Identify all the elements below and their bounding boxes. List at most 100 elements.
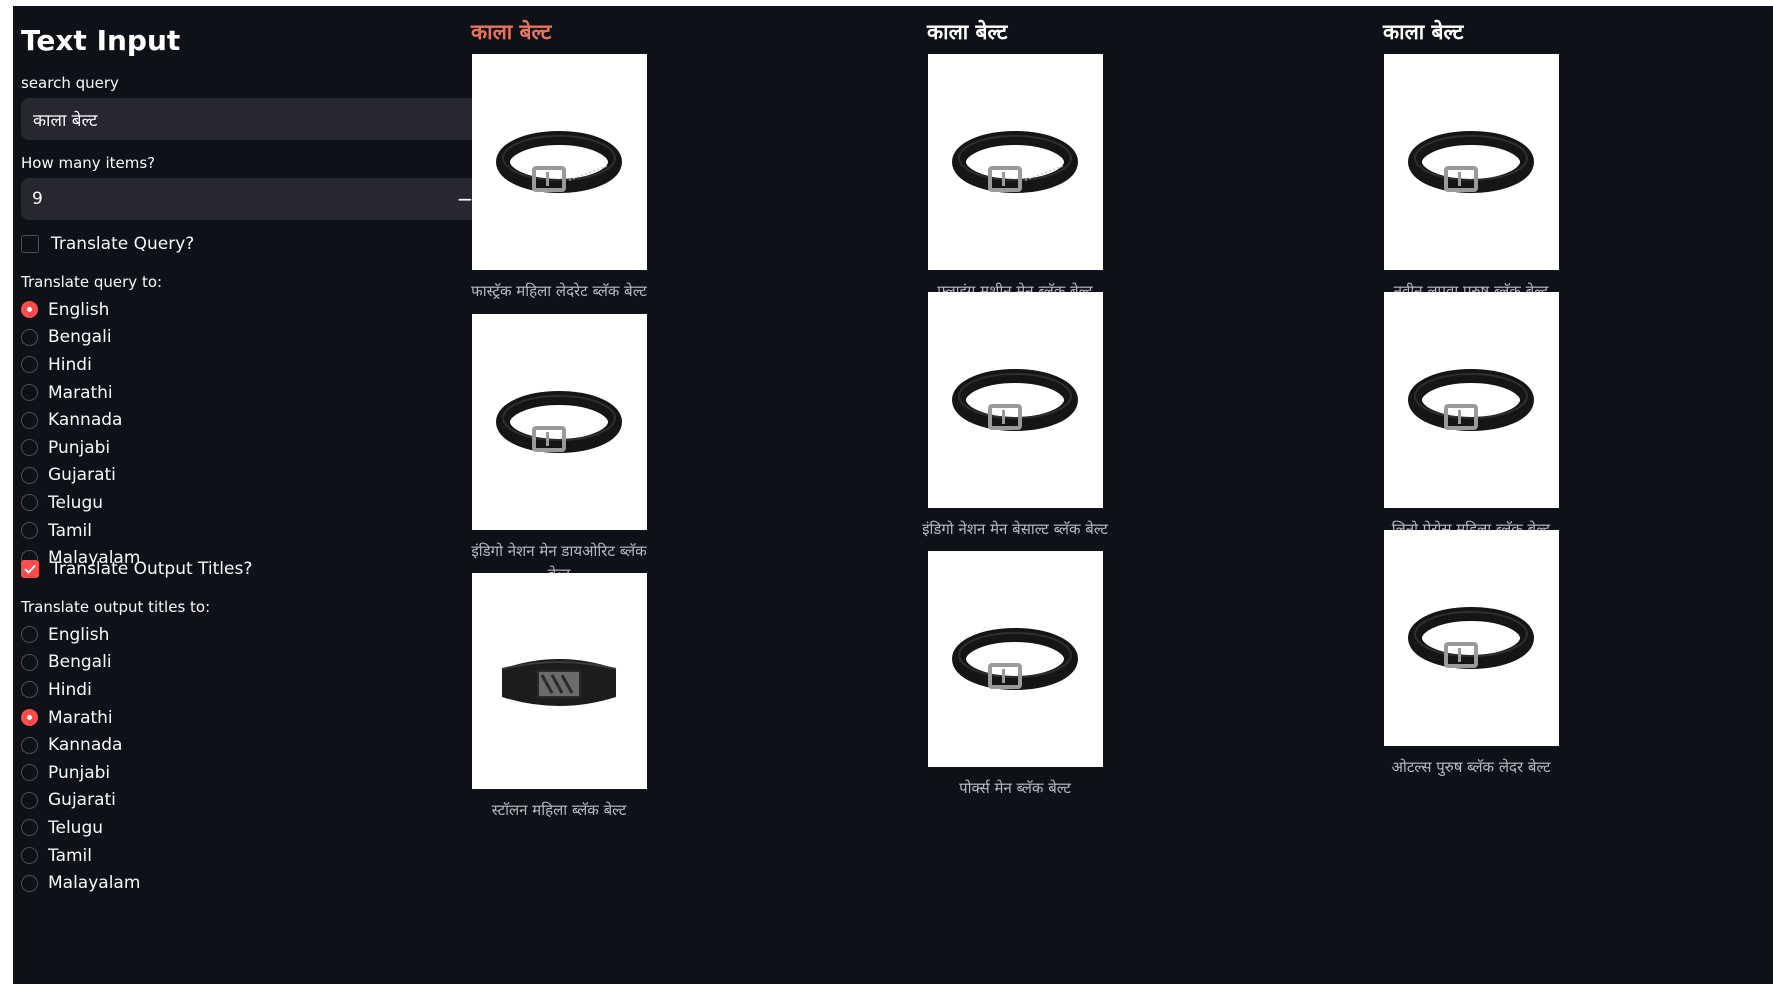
radio-circle[interactable] [21,356,38,374]
item-count-stepper[interactable]: 9 − + [21,178,519,220]
product-caption: पोर्क्स मेन ब्लॅक बेल्ट [959,779,1071,797]
radio-label: Malayalam [48,873,141,894]
radio-option-punjabi[interactable]: Punjabi [21,759,140,787]
radio-label: Kannada [48,410,123,431]
product-image[interactable] [471,54,647,270]
product-caption: फास्ट्रॅक महिला लेदरेट ब्लॅक बेल्ट [471,282,647,300]
column-heading: काला बेल्ट [1383,20,1464,44]
product-image[interactable] [1383,54,1559,270]
product-card: स्टॉलन महिला ब्लॅक बेल्ट [464,573,654,822]
radio-circle[interactable] [21,764,38,782]
belt-icon [1408,131,1534,193]
elastic-belt-icon [501,659,617,706]
product-image[interactable] [927,54,1103,270]
radio-option-bengali[interactable]: Bengali [21,324,140,352]
page-title: Text Input [21,24,181,57]
radio-circle[interactable] [21,328,38,346]
radio-option-marathi[interactable]: Marathi [21,704,140,732]
product-card: ओटल्स पुरुष ब्लॅक लेदर बेल्ट [1376,530,1566,779]
translate-query-label: Translate Query? [51,234,195,254]
radio-circle[interactable] [21,522,38,540]
radio-circle[interactable] [21,494,38,512]
radio-option-telugu[interactable]: Telugu [21,489,140,517]
belt-icon [1408,369,1534,431]
radio-option-kannada[interactable]: Kannada [21,406,140,434]
radio-label: Punjabi [48,437,111,458]
product-image[interactable] [1383,292,1559,508]
radio-option-bengali[interactable]: Bengali [21,649,140,677]
search-input-value: काला बेल्ट [33,110,98,131]
radio-circle[interactable] [21,384,38,402]
perforated-belt-icon [496,131,622,193]
radio-circle[interactable] [21,466,38,484]
query-language-radio-group: English Bengali Hindi Marathi Kannada Punjabi… [21,296,140,572]
radio-circle[interactable] [21,736,38,754]
radio-circle[interactable] [21,681,38,699]
checkmark-icon [24,564,36,574]
product-card: लिनो पेरोस महिला ब्लॅक बेल्ट [1376,292,1566,541]
radio-label: Bengali [48,327,112,348]
belt-icon [952,628,1078,690]
translate-query-checkbox[interactable]: Translate Query? [21,234,194,254]
radio-option-marathi[interactable]: Marathi [21,379,140,407]
query-language-label: Translate query to: [21,273,163,291]
radio-label: Hindi [48,354,92,375]
radio-label: Telugu [48,492,104,513]
belt-icon [1408,607,1534,669]
radio-circle[interactable] [21,411,38,429]
product-image[interactable] [471,314,647,530]
product-caption: इंडिगो नेशन मेन बेसाल्ट ब्लॅक बेल्ट [922,520,1108,538]
radio-circle[interactable] [21,626,38,644]
radio-option-hindi[interactable]: Hindi [21,351,140,379]
item-count-value[interactable]: 9 [21,189,447,209]
radio-option-tamil[interactable]: Tamil [21,517,140,545]
radio-option-malayalam[interactable]: Malayalam [21,869,140,897]
radio-option-tamil[interactable]: Tamil [21,842,140,870]
product-card: फास्ट्रॅक महिला लेदरेट ब्लॅक बेल्ट [464,54,654,303]
product-image[interactable] [927,551,1103,767]
radio-circle[interactable] [21,819,38,837]
radio-label: Telugu [48,817,104,838]
radio-label: Gujarati [48,790,116,811]
radio-circle[interactable] [21,847,38,865]
radio-label: Tamil [48,845,92,866]
product-image[interactable] [927,292,1103,508]
radio-circle[interactable] [21,301,38,319]
product-card: नवीन लपवा पुरुष ब्लॅक बेल्ट [1376,54,1566,303]
checkbox-square[interactable] [21,235,39,253]
translate-titles-checkbox[interactable]: Translate Output Titles? [21,559,252,579]
radio-option-punjabi[interactable]: Punjabi [21,434,140,462]
radio-label: Bengali [48,652,112,673]
radio-label: English [48,299,110,320]
product-card: पोर्क्स मेन ब्लॅक बेल्ट [920,551,1110,800]
radio-option-gujarati[interactable]: Gujarati [21,462,140,490]
product-card: इंडिगो नेशन मेन बेसाल्ट ब्लॅक बेल्ट [920,292,1110,541]
product-image[interactable] [1383,530,1559,746]
translate-titles-label: Translate Output Titles? [51,559,253,579]
checkbox-square[interactable] [21,560,39,578]
radio-label: English [48,624,110,645]
product-image[interactable] [471,573,647,789]
search-input[interactable]: काला बेल्ट [21,98,519,140]
radio-label: Gujarati [48,465,116,486]
item-count-label: How many items? [21,154,156,172]
column-heading: काला बेल्ट [927,20,1008,44]
radio-circle[interactable] [21,709,38,727]
radio-label: Marathi [48,382,113,403]
radio-circle[interactable] [21,439,38,457]
radio-option-english[interactable]: English [21,296,140,324]
radio-option-telugu[interactable]: Telugu [21,814,140,842]
product-card: इंडिगो नेशन मेन डायओरिट ब्लॅक बेल्ट [464,314,654,586]
radio-label: Tamil [48,520,92,541]
radio-circle[interactable] [21,874,38,892]
radio-option-kannada[interactable]: Kannada [21,731,140,759]
radio-option-hindi[interactable]: Hindi [21,676,140,704]
titles-language-radio-group: English Bengali Hindi Marathi Kannada Punjabi… [21,621,140,897]
product-card: फ्लाइंग मशीन मेन ब्लॅक बेल्ट [920,54,1110,303]
radio-option-gujarati[interactable]: Gujarati [21,787,140,815]
radio-circle[interactable] [21,791,38,809]
radio-option-english[interactable]: English [21,621,140,649]
product-caption: ओटल्स पुरुष ब्लॅक लेदर बेल्ट [1391,758,1551,776]
radio-circle[interactable] [21,653,38,671]
belt-icon [496,391,622,453]
